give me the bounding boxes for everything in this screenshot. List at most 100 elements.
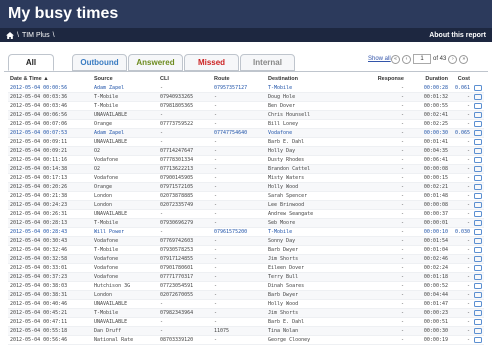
col-source[interactable]: Source: [92, 74, 158, 84]
table-row[interactable]: 2012-05-04 00:55:18 Dan Druff -11075 Tina N…: [8, 326, 484, 336]
cell-source: UNAVAILABLE: [92, 299, 158, 309]
comment-icon[interactable]: [474, 318, 482, 325]
table-row[interactable]: 2012-05-04 00:07:53 Adam Zapel -0774775464…: [8, 128, 484, 138]
cell-response: -: [370, 110, 406, 120]
comment-icon[interactable]: [474, 174, 482, 181]
tab-answered[interactable]: Answered: [128, 54, 183, 71]
comment-icon[interactable]: [474, 156, 482, 163]
comment-icon[interactable]: [474, 219, 482, 226]
col-cost[interactable]: Cost: [450, 74, 472, 84]
table-row[interactable]: 2012-05-04 00:20:26 Orange 07971572105- Hol…: [8, 182, 484, 192]
table-row[interactable]: 2012-05-04 00:17:13 Vodafone 07900145905- M…: [8, 173, 484, 183]
cell-actions: [472, 317, 484, 327]
cell-cli: -: [158, 110, 212, 120]
col-cli[interactable]: CLI: [158, 74, 212, 84]
tab-missed[interactable]: Missed: [184, 54, 239, 71]
tab-outbound[interactable]: Outbound: [72, 54, 127, 71]
comment-icon[interactable]: [474, 255, 482, 262]
cell-response: -: [370, 236, 406, 246]
table-row[interactable]: 2012-05-04 00:38:03 Hutchison 3G 077230545…: [8, 281, 484, 291]
cell-actions: [472, 101, 484, 111]
cell-destination: Doug Hole: [266, 92, 370, 102]
cell-cli: -: [158, 227, 212, 237]
comment-icon[interactable]: [474, 282, 482, 289]
cell-source: UNAVAILABLE: [92, 209, 158, 219]
cell-actions: [472, 290, 484, 300]
col-route[interactable]: Route: [212, 74, 266, 84]
breadcrumb-separator: \: [52, 31, 55, 39]
about-report-link[interactable]: About this report: [429, 32, 486, 39]
cell-route: -: [212, 245, 266, 255]
breadcrumb-separator: \: [17, 31, 19, 39]
table-row[interactable]: 2012-05-04 00:07:06 Orange 07773759522- Bil…: [8, 119, 484, 129]
breadcrumb-item-tim-plus[interactable]: TIM Plus: [22, 32, 50, 39]
comment-icon[interactable]: [474, 210, 482, 217]
comment-icon[interactable]: [474, 264, 482, 271]
comment-icon[interactable]: [474, 93, 482, 100]
comment-icon[interactable]: [474, 138, 482, 145]
cell-duration: 00:01:32: [406, 92, 450, 102]
table-row[interactable]: 2012-05-04 00:03:36 T-Mobile 07940933265- D…: [8, 92, 484, 102]
comment-icon[interactable]: [474, 327, 482, 334]
comment-icon[interactable]: [474, 147, 482, 154]
tab-all[interactable]: All: [8, 54, 54, 71]
comment-icon[interactable]: [474, 336, 482, 343]
table-row[interactable]: 2012-05-04 00:28:13 T-Mobile 07930696279- S…: [8, 218, 484, 228]
last-page-icon[interactable]: »: [459, 54, 469, 64]
home-icon[interactable]: [6, 31, 14, 39]
comment-icon[interactable]: [474, 84, 482, 91]
table-row[interactable]: 2012-05-04 00:21:38 London 02073878885- Sar…: [8, 191, 484, 201]
comment-icon[interactable]: [474, 129, 482, 136]
comment-icon[interactable]: [474, 300, 482, 307]
comment-icon[interactable]: [474, 309, 482, 316]
cell-cost: -: [450, 308, 472, 318]
comment-icon[interactable]: [474, 102, 482, 109]
comment-icon[interactable]: [474, 228, 482, 235]
comment-icon[interactable]: [474, 246, 482, 253]
table-row[interactable]: 2012-05-04 00:00:56 Adam Zapel -0795735712…: [8, 84, 484, 93]
table-row[interactable]: 2012-05-04 00:28:43 Will Power -0796157520…: [8, 227, 484, 237]
col-destination[interactable]: Destination: [266, 74, 370, 84]
table-row[interactable]: 2012-05-04 00:14:38 O2 07713622213- Brandon…: [8, 164, 484, 174]
tab-internal[interactable]: Internal: [240, 54, 295, 71]
prev-page-icon[interactable]: ‹: [402, 54, 411, 64]
show-all-link[interactable]: Show all: [368, 56, 391, 62]
table-row[interactable]: 2012-05-04 00:03:46 T-Mobile 07981805365- B…: [8, 101, 484, 111]
cell-cost: -: [450, 200, 472, 210]
table-row[interactable]: 2012-05-04 00:06:56 UNAVAILABLE - - Chris Ho…: [8, 110, 484, 120]
table-row[interactable]: 2012-05-04 00:45:21 T-Mobile 07982343964- J…: [8, 308, 484, 318]
comment-icon[interactable]: [474, 291, 482, 298]
comment-icon[interactable]: [474, 120, 482, 127]
col-response[interactable]: Response: [370, 74, 406, 84]
comment-icon[interactable]: [474, 237, 482, 244]
comment-icon[interactable]: [474, 165, 482, 172]
table-row[interactable]: 2012-05-04 00:32:46 T-Mobile 07930578253- B…: [8, 245, 484, 255]
table-row[interactable]: 2012-05-04 00:37:23 Vodafone 07771770317- T…: [8, 272, 484, 282]
cell-datetime: 2012-05-04 00:28:43: [8, 227, 92, 237]
table-row[interactable]: 2012-05-04 00:11:16 Vodafone 07778301334- D…: [8, 155, 484, 165]
comment-icon[interactable]: [474, 273, 482, 280]
next-page-icon[interactable]: ›: [448, 54, 458, 64]
col-datetime[interactable]: Date & Time ▲: [8, 74, 92, 84]
table-row[interactable]: 2012-05-04 00:38:31 London 02072670055- Bar…: [8, 290, 484, 300]
first-page-icon[interactable]: «: [391, 54, 400, 64]
table-row[interactable]: 2012-05-04 00:30:43 Vodafone 07769742603- S…: [8, 236, 484, 246]
table-row[interactable]: 2012-05-04 00:32:58 Vodafone 07917124855- J…: [8, 254, 484, 264]
table-row[interactable]: 2012-05-04 00:26:31 UNAVAILABLE - - Andrew S…: [8, 209, 484, 219]
table-row[interactable]: 2012-05-04 00:09:21 O2 07714247647- Holly D…: [8, 146, 484, 156]
comment-icon[interactable]: [474, 192, 482, 199]
page-number-input[interactable]: 1: [413, 54, 431, 64]
table-row[interactable]: 2012-05-04 00:09:11 UNAVAILABLE - - Barb E. …: [8, 137, 484, 147]
cell-route: -: [212, 254, 266, 264]
cell-route: -: [212, 290, 266, 300]
comment-icon[interactable]: [474, 201, 482, 208]
table-row[interactable]: 2012-05-04 00:24:23 London 02072335749- Lee…: [8, 200, 484, 210]
table-row[interactable]: 2012-05-04 00:33:01 Vodafone 07901780601- E…: [8, 263, 484, 273]
cell-cli: 07778301334: [158, 155, 212, 165]
col-duration[interactable]: Duration: [406, 74, 450, 84]
cell-response: -: [370, 101, 406, 111]
table-row[interactable]: 2012-05-04 00:40:46 UNAVAILABLE - - Holly Wo…: [8, 299, 484, 309]
comment-icon[interactable]: [474, 183, 482, 190]
table-row[interactable]: 2012-05-04 00:47:11 UNAVAILABLE - - Barb E. …: [8, 317, 484, 327]
comment-icon[interactable]: [474, 111, 482, 118]
